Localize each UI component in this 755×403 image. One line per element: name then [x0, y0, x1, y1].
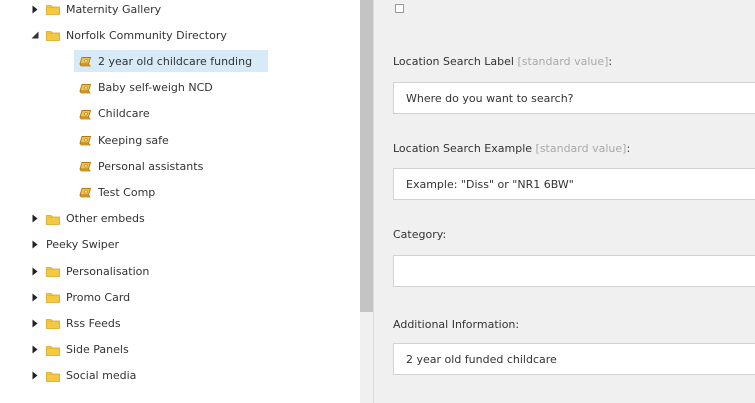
tree-item-label: Peeky Swiper — [46, 238, 120, 252]
folder-icon — [46, 29, 60, 42]
collapse-arrow-icon[interactable] — [30, 345, 40, 354]
component-icon — [78, 160, 92, 172]
tree-item[interactable]: Maternity Gallery — [30, 0, 161, 20]
additional-information-label: Additional Information: — [393, 318, 519, 331]
field-label-text: Location Search Label — [393, 55, 514, 68]
folder-icon — [46, 265, 60, 277]
tree-item-label: Personal assistants — [98, 159, 204, 173]
tree-item[interactable]: 2 year old childcare funding — [74, 50, 268, 73]
tree-item-label: Childcare — [98, 107, 150, 121]
field-label-text: Additional Information: — [393, 318, 520, 331]
collapse-arrow-icon[interactable] — [30, 319, 40, 328]
tree-item-label: Side Panels — [66, 343, 129, 357]
folder-icon — [46, 3, 60, 15]
tree-item[interactable]: Personal assistants — [78, 155, 203, 177]
folder-icon — [46, 317, 60, 330]
tree-item-label: Maternity Gallery — [66, 2, 162, 16]
tree-item[interactable]: Childcare — [78, 103, 150, 125]
checkbox-icon[interactable] — [395, 4, 404, 13]
cut-off-field — [393, 0, 755, 16]
field-label-text: Location Search Example — [393, 142, 533, 155]
field-label-colon: : — [608, 55, 613, 68]
component-icon — [78, 55, 92, 67]
field-label-colon: : — [626, 142, 631, 155]
category-label: Category: — [393, 228, 446, 241]
tree-item-label: Rss Feeds — [66, 316, 121, 330]
tree-item[interactable]: Social media — [30, 365, 136, 387]
tree-item[interactable]: Keeping safe — [78, 129, 169, 151]
category-input[interactable] — [393, 255, 755, 287]
collapse-arrow-icon[interactable] — [30, 267, 40, 276]
component-icon — [78, 134, 92, 146]
location-search-example-label: Location Search Example [standard value]… — [393, 142, 630, 155]
tree-item[interactable]: Side Panels — [30, 339, 129, 361]
tree-item[interactable]: Test Comp — [78, 181, 155, 203]
component-icon — [78, 186, 92, 198]
tree-item-label: Keeping safe — [98, 133, 169, 147]
component-icon — [78, 108, 92, 120]
tree-item[interactable]: Peeky Swiper — [30, 234, 119, 256]
tree-item[interactable]: Norfolk Community Directory — [30, 24, 227, 46]
tree-scrollbar-thumb[interactable] — [360, 0, 373, 312]
tree-item-label: Social media — [66, 369, 137, 383]
location-search-label-input[interactable]: Where do you want to search? — [393, 82, 755, 114]
tree-item-label: Baby self-weigh NCD — [98, 81, 213, 95]
collapse-arrow-icon[interactable] — [30, 5, 40, 14]
collapse-arrow-icon[interactable] — [30, 371, 40, 380]
collapse-arrow-icon[interactable] — [30, 240, 40, 249]
folder-icon — [46, 370, 60, 382]
input-value: Where do you want to search? — [406, 91, 574, 105]
folder-icon — [46, 291, 60, 304]
tree-item[interactable]: Rss Feeds — [30, 312, 121, 334]
folder-icon — [46, 344, 60, 356]
field-label-text: Category: — [393, 228, 447, 241]
tree-item-label: Personalisation — [66, 264, 150, 278]
content-tree: Maternity Gallery Norfolk Community Direc… — [0, 0, 360, 403]
tree-item[interactable]: Other embeds — [30, 208, 145, 230]
tree-item-label: Norfolk Community Directory — [66, 28, 227, 42]
input-value: Example: "Diss" or "NR1 6BW" — [406, 177, 574, 191]
standard-value-note: [standard value] — [535, 142, 627, 155]
input-value: 2 year old funded childcare — [406, 352, 557, 366]
folder-icon — [46, 213, 60, 225]
tree-item-label: Test Comp — [98, 185, 156, 199]
tree-item[interactable]: Baby self-weigh NCD — [78, 77, 213, 99]
location-search-label-label: Location Search Label [standard value]: — [393, 55, 612, 68]
expand-arrow-icon[interactable] — [30, 31, 40, 39]
tree-item[interactable]: Personalisation — [30, 260, 149, 282]
collapse-arrow-icon[interactable] — [30, 214, 40, 223]
tree-item[interactable]: Promo Card — [30, 286, 130, 308]
additional-information-input[interactable]: 2 year old funded childcare — [393, 343, 755, 375]
tree-item-label: Promo Card — [66, 290, 131, 304]
tree-item-label: Other embeds — [66, 212, 145, 226]
collapse-arrow-icon[interactable] — [30, 293, 40, 302]
location-search-example-input[interactable]: Example: "Diss" or "NR1 6BW" — [393, 168, 755, 200]
tree-item-label: 2 year old childcare funding — [98, 54, 253, 68]
standard-value-note: [standard value] — [517, 55, 609, 68]
component-icon — [78, 82, 92, 94]
